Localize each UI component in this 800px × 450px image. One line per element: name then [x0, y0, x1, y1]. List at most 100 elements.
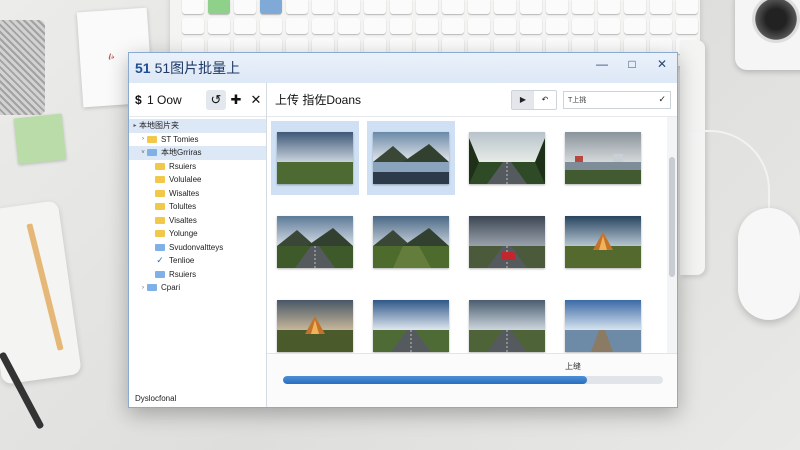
keyboard-key	[520, 18, 542, 34]
thumbnail-item[interactable]	[463, 289, 551, 363]
search-input[interactable]: T上挑	[568, 95, 658, 105]
tree-item[interactable]: Visaltes	[129, 214, 266, 228]
thumbnail-image[interactable]	[565, 132, 641, 184]
tree-item-label: Tolultes	[169, 202, 197, 212]
tree-item[interactable]: Volulalee	[129, 173, 266, 187]
thumbnail-item[interactable]	[463, 205, 551, 279]
keyboard-key	[468, 18, 490, 34]
thumbnail-image[interactable]	[373, 216, 449, 268]
thumbnail-item[interactable]	[367, 289, 455, 363]
keyboard-key	[624, 0, 646, 14]
folder-icon	[155, 162, 165, 170]
thumbnail-image[interactable]	[469, 300, 545, 352]
play-icon[interactable]: ▶	[512, 90, 534, 109]
sticky-note	[13, 113, 67, 165]
scroll-thumb[interactable]	[669, 157, 675, 277]
pen-cup	[0, 20, 45, 115]
thumbnail-item[interactable]	[271, 289, 359, 363]
keyboard-key	[208, 18, 230, 34]
check-icon[interactable]: ✓	[658, 94, 666, 105]
keyboard-key	[364, 0, 386, 14]
minimize-icon[interactable]: —	[587, 53, 617, 75]
thumbnail-item[interactable]	[559, 289, 647, 363]
keyboard-key	[468, 0, 490, 14]
thumbnail-image[interactable]	[469, 216, 545, 268]
thumbnail-item[interactable]	[271, 121, 359, 195]
thumbnail-item[interactable]	[367, 205, 455, 279]
tree-item-label: 本地图片夹	[139, 121, 179, 131]
twisty-icon[interactable]: ›	[139, 285, 147, 291]
keyboard-key	[182, 0, 204, 14]
tree-item-label: Volulalee	[169, 175, 202, 185]
title-bar[interactable]: 51 51图片批量上 — □ ✕	[129, 53, 677, 83]
keyboard-key	[546, 0, 568, 14]
keyboard-key	[260, 18, 282, 34]
thumbnail-image[interactable]	[277, 132, 353, 184]
upload-progress-area: 上缝	[267, 353, 677, 407]
keyboard-key	[208, 0, 230, 14]
keyboard-key	[234, 0, 256, 14]
thumbnail-image[interactable]	[373, 300, 449, 352]
folder-icon	[155, 243, 165, 251]
back-icon[interactable]: ↶	[534, 91, 556, 109]
folder-icon	[147, 284, 157, 292]
thumbnail-item[interactable]	[559, 205, 647, 279]
tree-item[interactable]: ▸ 本地图片夹	[129, 119, 266, 133]
tree-item[interactable]: Wisaltes	[129, 187, 266, 201]
keyboard-key	[676, 18, 698, 34]
thumbnail-item[interactable]	[559, 121, 647, 195]
twisty-icon[interactable]: ▸	[131, 122, 139, 129]
tree-item[interactable]: Rsuiers	[129, 268, 266, 282]
tree-item[interactable]: ✓ Tenlioe	[129, 254, 266, 268]
keyboard-key	[390, 0, 412, 14]
progress-label: 上缝	[565, 362, 581, 371]
tree-item-label: Yolunge	[169, 229, 198, 239]
add-icon[interactable]: ✚	[226, 90, 246, 110]
progress-bar	[283, 376, 663, 384]
window-title: 51图片批量上	[154, 60, 241, 76]
tree-item[interactable]: Tolultes	[129, 200, 266, 214]
tree-item[interactable]: › Cpari	[129, 281, 266, 295]
sidebar: $ 1 Oow ↺ ✚ ✕ ▸ 本地图片夹 › ST Tomies ˅ 本地Grriras…	[129, 83, 267, 407]
check-icon: ✓	[156, 255, 164, 266]
keyboard-key	[572, 18, 594, 34]
progress-fill	[283, 376, 587, 384]
main-toolbar: 上传 指佐Doans ▶ ↶ T上挑 ✓	[267, 83, 677, 117]
maximize-icon[interactable]: □	[617, 53, 647, 75]
thumbnail-image[interactable]	[277, 216, 353, 268]
keyboard-key	[286, 0, 308, 14]
thumbnail-image[interactable]	[469, 132, 545, 184]
keyboard-key	[364, 18, 386, 34]
twisty-icon[interactable]: ˅	[139, 150, 147, 156]
thumbnail-image[interactable]	[373, 132, 449, 184]
close-icon[interactable]: ✕	[246, 90, 266, 110]
window-controls: — □ ✕	[587, 53, 677, 75]
tree-item[interactable]: ˅ 本地Grriras	[129, 146, 266, 160]
refresh-icon[interactable]: ↺	[206, 89, 226, 110]
keyboard-key	[312, 18, 334, 34]
close-icon[interactable]: ✕	[647, 53, 677, 75]
keyboard-key	[416, 18, 438, 34]
tree-item[interactable]: Svudonvaltteys	[129, 241, 266, 255]
keyboard-key	[494, 0, 516, 14]
keyboard-key	[234, 18, 256, 34]
thumbnail-image[interactable]	[565, 300, 641, 352]
twisty-icon[interactable]: ›	[139, 136, 147, 142]
tree-item[interactable]: Yolunge	[129, 227, 266, 241]
mouse	[738, 208, 800, 320]
keyboard-key	[286, 18, 308, 34]
tree-item[interactable]: Rsuiers	[129, 160, 266, 174]
sidebar-footer: Dyslocfonal	[135, 394, 177, 403]
thumbnail-image[interactable]	[565, 216, 641, 268]
scrollbar[interactable]	[667, 117, 677, 385]
thumbnail-item[interactable]	[367, 121, 455, 195]
tree-item[interactable]: › ST Tomies	[129, 133, 266, 147]
thumbnail-image[interactable]	[277, 300, 353, 352]
folder-icon	[155, 189, 165, 197]
search-field[interactable]: T上挑 ✓	[563, 90, 671, 109]
keyboard-key	[624, 18, 646, 34]
thumbnail-item[interactable]	[271, 205, 359, 279]
tree-item-label: Wisaltes	[169, 188, 200, 198]
thumbnail-item[interactable]	[463, 121, 551, 195]
sidebar-toolbar: $ 1 Oow ↺ ✚ ✕	[129, 83, 266, 117]
